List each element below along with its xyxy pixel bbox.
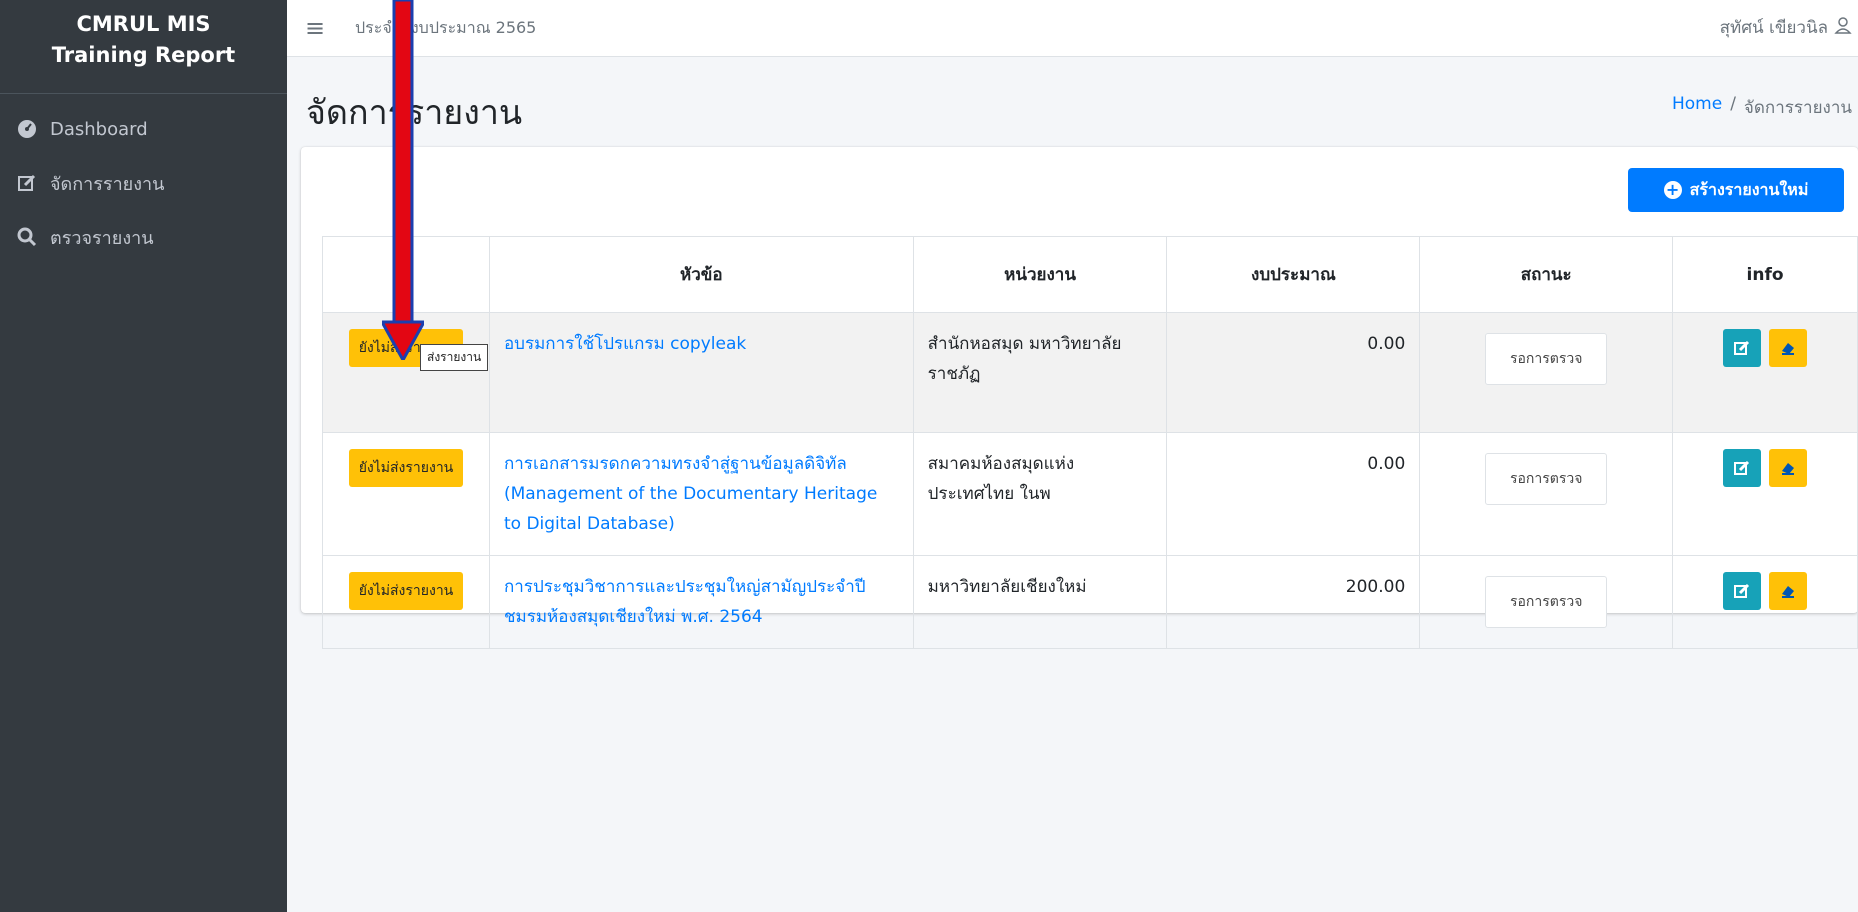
sidebar-item-label: จัดการรายงาน [50,173,165,195]
breadcrumb: Home / จัดการรายงาน [1672,94,1852,121]
col-header-info: info [1672,236,1858,313]
col-header-status: สถานะ [1419,236,1674,313]
delete-report-button[interactable] [1768,572,1807,610]
brand-line-2: Training Report [51,43,236,67]
brand-line-1: CMRUL MIS [76,12,211,36]
edit-report-button[interactable] [1723,572,1762,610]
report-table: # หัวข้อ หน่วยงาน งบประมาณ สถานะ info ยั… [322,236,1858,649]
table-row: ยังไม่ส่งรายงาน การประชุมวิชาการและประชุ… [322,555,1858,649]
submit-report-button[interactable]: ยังไม่ส่งรายงาน [348,572,464,610]
report-unit: มหาวิทยาลัยเชียงใหม่ [912,555,1168,649]
breadcrumb-separator: / [1730,94,1736,114]
report-unit: สำนักหอสมุด มหาวิทยาลัยราชภัฏ [912,312,1168,433]
breadcrumb-home[interactable]: Home [1672,94,1722,121]
report-title-link[interactable]: การเอกสารมรดกความทรงจำสู่ฐานข้อมูลดิจิทั… [504,454,877,534]
search-icon [16,226,38,248]
new-report-button[interactable]: + สร้างรายงานใหม่ [1628,168,1844,212]
eraser-icon [1781,343,1794,355]
edit-report-button[interactable] [1723,329,1762,367]
status-button[interactable]: รอการตรวจ [1484,333,1608,385]
eraser-icon [1781,463,1794,475]
sidebar-item-manage-reports[interactable]: จัดการรายงาน [0,156,287,210]
col-header-title: หัวข้อ [488,236,914,313]
plus-circle-icon: + [1663,181,1682,199]
report-title-link[interactable]: อบรมการใช้โปรแกรม copyleak [504,334,746,354]
table-row: ยังไม่ส่งรายงาน อบรมการใช้โปรแกรม copyle… [322,312,1858,433]
eraser-icon [1781,586,1794,598]
edit-icon [1734,340,1750,355]
table-row: ยังไม่ส่งรายงาน การเอกสารมรดกความทรงจำสู… [322,432,1858,556]
table-header-row: # หัวข้อ หน่วยงาน งบประมาณ สถานะ info [322,236,1858,313]
col-header-unit: หน่วยงาน [912,236,1168,313]
edit-report-button[interactable] [1723,449,1762,487]
submit-report-button[interactable]: ยังไม่ส่งรายงาน [348,449,464,487]
delete-report-button[interactable] [1768,329,1807,367]
report-budget: 0.00 [1166,432,1421,556]
new-report-label: สร้างรายงานใหม่ [1689,179,1809,199]
user-icon [1834,16,1852,39]
status-button[interactable]: รอการตรวจ [1484,453,1608,505]
sidebar-item-dashboard[interactable]: Dashboard [0,102,287,156]
breadcrumb-current: จัดการรายงาน [1743,98,1852,118]
edit-icon [1734,460,1750,475]
sidebar: CMRUL MIS Training Report Dashboard จัดก… [0,0,287,912]
report-unit: สมาคมห้องสมุดแห่งประเทศไทย ในพ [912,432,1168,556]
report-title-link[interactable]: การประชุมวิชาการและประชุมใหญ่สามัญประจำป… [504,577,866,627]
tooltip: ส่งรายงาน [420,344,489,371]
report-budget: 0.00 [1166,312,1421,433]
delete-report-button[interactable] [1768,449,1807,487]
status-button[interactable]: รอการตรวจ [1484,576,1608,628]
brand[interactable]: CMRUL MIS Training Report [0,0,287,94]
edit-icon [16,172,38,194]
col-header-budget: งบประมาณ [1166,236,1421,313]
annotation-arrow-icon [382,0,424,360]
sidebar-nav: Dashboard จัดการรายงาน ตรวจรายงาน [0,94,287,264]
sidebar-item-label: ตรวจรายงาน [50,227,154,249]
user-menu[interactable]: สุทัศน์ เขียวนิล [1720,14,1852,41]
dashboard-icon [16,118,38,140]
user-name: สุทัศน์ เขียวนิล [1719,18,1828,38]
menu-toggle-icon[interactable]: ≡ [305,16,331,40]
report-budget: 200.00 [1166,555,1421,649]
sidebar-item-label: Dashboard [50,118,148,140]
topbar: ≡ ประจำปีงบประมาณ 2565 สุทัศน์ เขียวนิล [287,0,1858,57]
edit-icon [1734,583,1750,598]
sidebar-item-check-reports[interactable]: ตรวจรายงาน [0,210,287,264]
